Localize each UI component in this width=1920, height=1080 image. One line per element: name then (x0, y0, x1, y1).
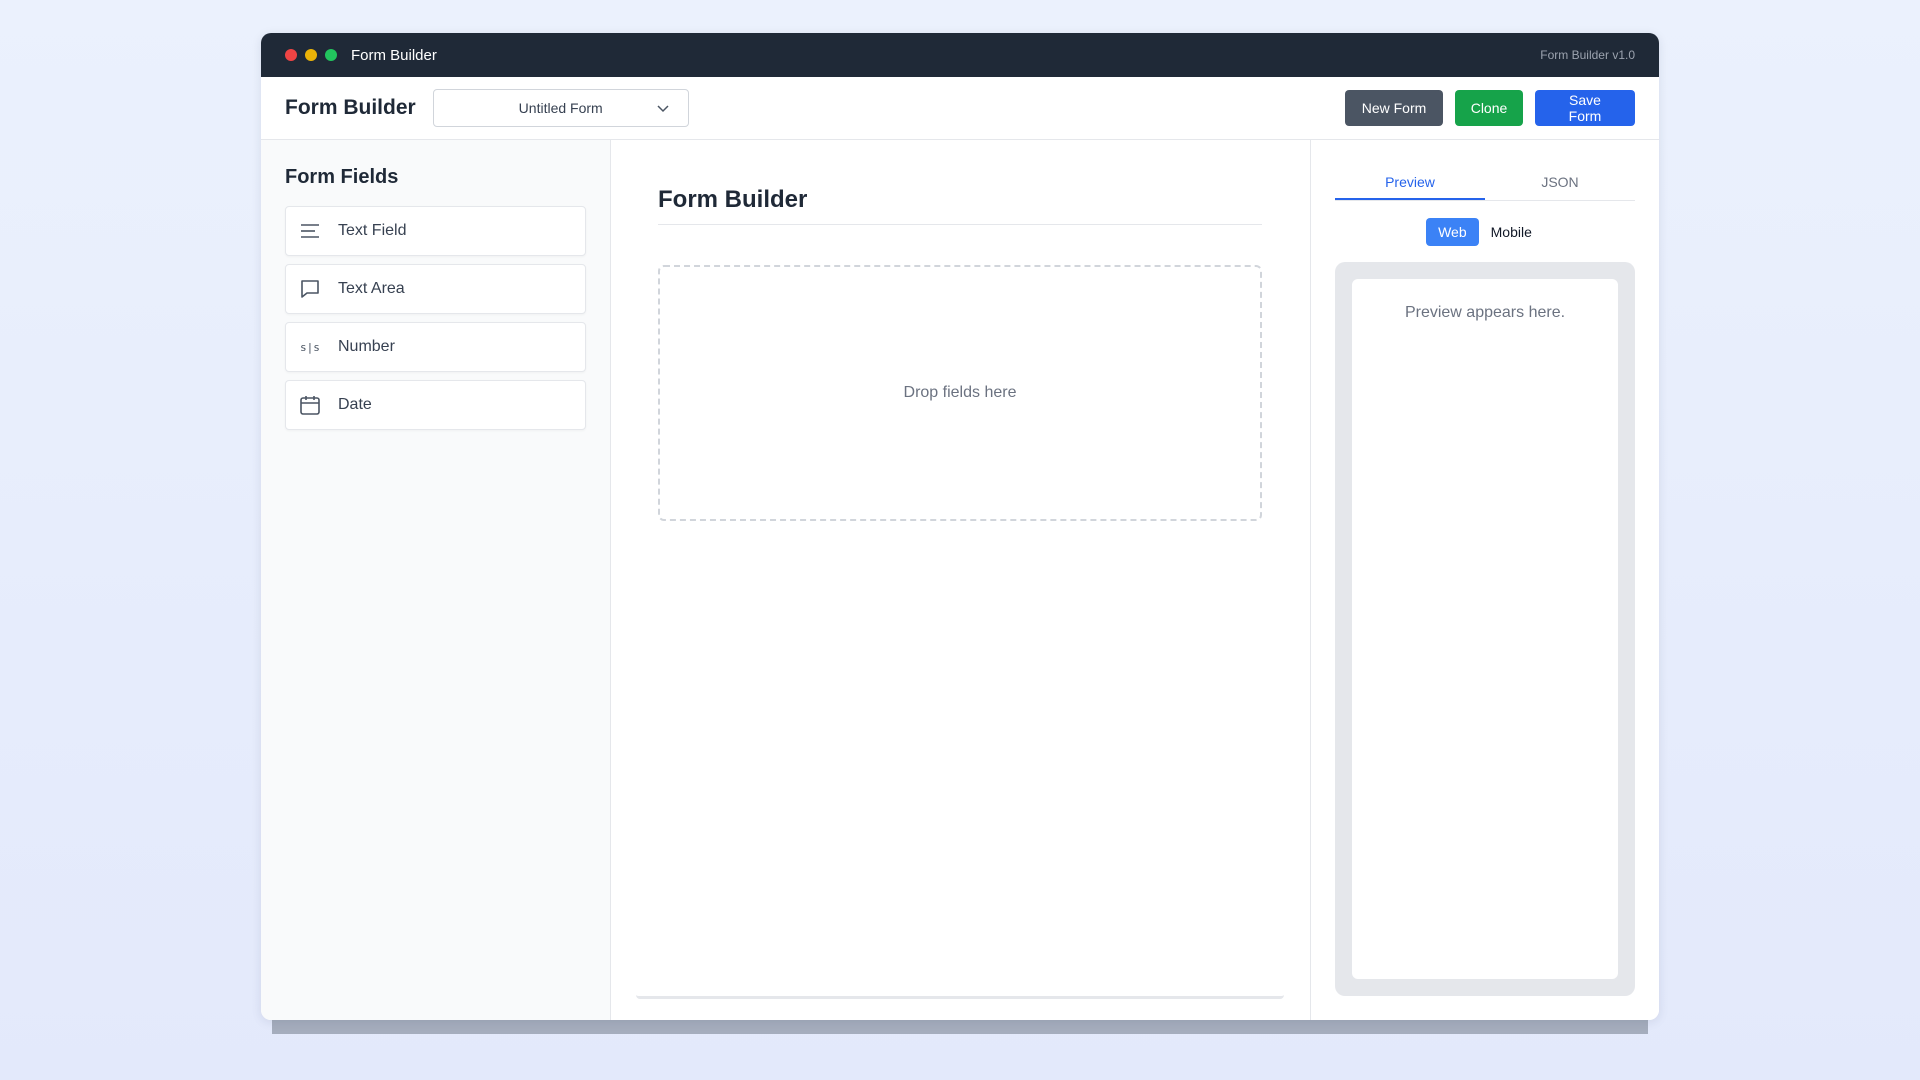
new-form-button[interactable]: New Form (1345, 90, 1443, 126)
chevron-down-icon (657, 105, 669, 113)
preview-tabs: Preview JSON (1335, 164, 1635, 201)
save-form-button[interactable]: Save Form (1535, 90, 1635, 126)
app-window: Form Builder Form Builder v1.0 Form Buil… (261, 33, 1659, 1020)
preview-frame: Preview appears here. (1335, 262, 1635, 996)
form-canvas: Form Builder Drop fields here (611, 140, 1311, 1020)
number-icon: s|s (298, 335, 322, 359)
form-fields-sidebar: Form Fields Text Field Text Area s|s Num… (261, 140, 611, 1020)
field-item-label: Text Area (338, 280, 405, 297)
canvas-bottom-border (636, 995, 1284, 999)
clone-button[interactable]: Clone (1455, 90, 1523, 126)
field-item-label: Text Field (338, 222, 407, 239)
canvas-inner: Form Builder Drop fields here (658, 186, 1262, 521)
field-item-text-area[interactable]: Text Area (285, 264, 586, 314)
sidebar-heading: Form Fields (285, 166, 399, 188)
preview-placeholder: Preview appears here. (1404, 304, 1566, 321)
preview-panel: Preview JSON Web Mobile Preview appears … (1311, 140, 1659, 1020)
main-content: Form Fields Text Field Text Area s|s Num… (261, 140, 1659, 1020)
field-item-label: Number (338, 338, 395, 355)
version-label: Form Builder v1.0 (1540, 48, 1635, 62)
text-lines-icon (298, 219, 322, 243)
minimize-window-dot[interactable] (305, 49, 317, 61)
drop-zone-text: Drop fields here (903, 384, 1017, 401)
tab-json[interactable]: JSON (1485, 164, 1635, 200)
canvas-title: Form Builder (658, 186, 1262, 225)
window-title: Form Builder (351, 46, 437, 64)
title-bar: Form Builder Form Builder v1.0 (261, 33, 1659, 77)
field-item-date[interactable]: Date (285, 380, 586, 430)
preview-screen: Preview appears here. (1352, 279, 1618, 979)
app-name: Form Builder (285, 96, 416, 119)
mobile-mode-button[interactable]: Mobile (1478, 218, 1544, 246)
field-item-label: Date (338, 396, 372, 413)
speech-bubble-icon (298, 277, 322, 301)
form-select[interactable]: Untitled Form (432, 89, 689, 127)
field-item-text-field[interactable]: Text Field (285, 206, 586, 256)
tab-preview[interactable]: Preview (1335, 164, 1485, 200)
field-item-number[interactable]: s|s Number (285, 322, 586, 372)
device-toggle: Web Mobile (1335, 218, 1635, 246)
window-shadow-bar (272, 1018, 1648, 1034)
maximize-window-dot[interactable] (325, 49, 337, 61)
web-mode-button[interactable]: Web (1426, 218, 1479, 246)
close-window-dot[interactable] (285, 49, 297, 61)
toolbar: Form Builder Untitled Form New Form Clon… (261, 77, 1659, 140)
form-select-value: Untitled Form (518, 100, 603, 116)
calendar-icon (298, 393, 322, 417)
drop-zone[interactable]: Drop fields here (658, 265, 1262, 521)
svg-text:s|s: s|s (300, 341, 320, 354)
